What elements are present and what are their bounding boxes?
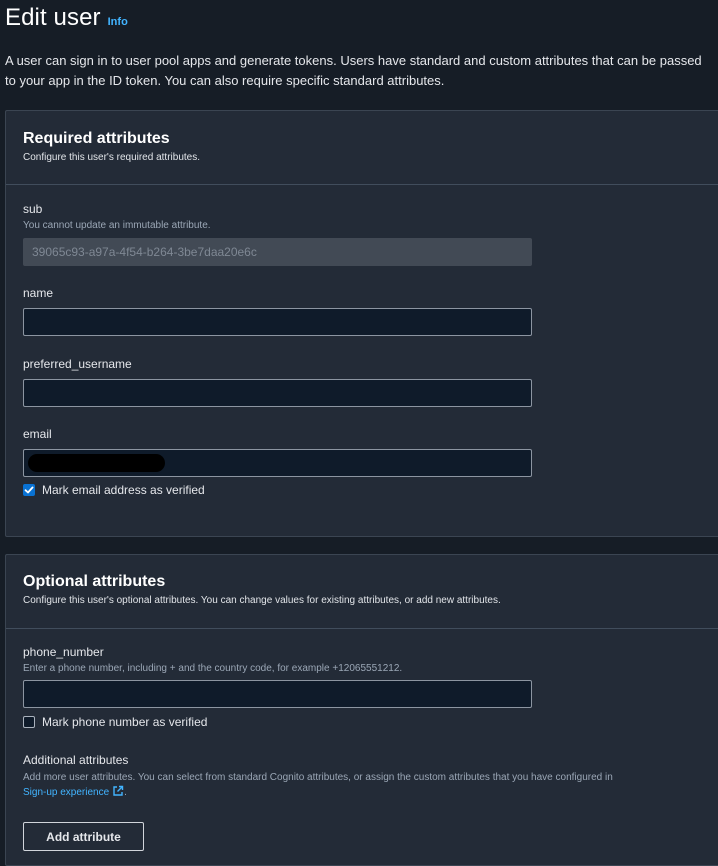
phone-verified-checkbox[interactable] (23, 716, 35, 728)
page-header: Edit user Info (5, 4, 128, 32)
email-input[interactable] (23, 449, 532, 477)
name-input[interactable] (23, 308, 532, 336)
phone-number-input[interactable] (23, 680, 532, 708)
page-description: A user can sign in to user pool apps and… (5, 53, 702, 88)
phone-number-label: phone_number (23, 645, 104, 659)
page-title: Edit user (5, 4, 101, 31)
external-link-icon[interactable] (112, 785, 124, 802)
preferred-username-field: preferred_username (23, 357, 532, 407)
redacted-email-value (28, 454, 165, 472)
phone-verified-label: Mark phone number as verified (42, 715, 208, 729)
panel-title: Optional attributes (23, 573, 166, 590)
sub-input: 39065c93-a97a-4f54-b264-3be7daa20e6c (23, 238, 532, 266)
help-suffix: . (124, 787, 127, 798)
info-link[interactable]: Info (108, 16, 128, 28)
optional-attributes-panel: Optional attributes Configure this user'… (5, 554, 718, 866)
sub-label: sub (23, 202, 43, 216)
required-attributes-panel: Required attributes Configure this user'… (5, 110, 718, 537)
email-label: email (23, 427, 52, 441)
name-label: name (23, 286, 54, 300)
preferred-username-input[interactable] (23, 379, 532, 407)
panel-title: Required attributes (23, 130, 170, 147)
phone-number-help: Enter a phone number, including + and th… (23, 663, 403, 674)
panel-header: Required attributes Configure this user'… (6, 111, 718, 185)
email-field: email Mark email address as verified (23, 427, 532, 497)
panel-subtitle: Configure this user's optional attribute… (23, 595, 501, 606)
checkmark-icon (24, 486, 34, 494)
name-field: name (23, 286, 532, 336)
preferred-username-label: preferred_username (23, 357, 132, 371)
additional-attributes-help: Add more user attributes. You can select… (23, 770, 703, 802)
sub-field: sub You cannot update an immutable attri… (23, 202, 532, 266)
additional-attributes-label: Additional attributes (23, 753, 129, 767)
panel-header: Optional attributes Configure this user'… (6, 555, 718, 629)
phone-number-field: phone_number Enter a phone number, inclu… (23, 645, 532, 729)
email-verified-checkbox[interactable] (23, 484, 35, 496)
email-verified-row[interactable]: Mark email address as verified (23, 483, 532, 497)
sub-help: You cannot update an immutable attribute… (23, 220, 211, 231)
email-verified-label: Mark email address as verified (42, 483, 205, 497)
add-attribute-button[interactable]: Add attribute (23, 822, 144, 851)
sign-up-experience-link[interactable]: Sign-up experience (23, 787, 109, 798)
additional-attributes-section: Additional attributes Add more user attr… (23, 753, 703, 802)
phone-verified-row[interactable]: Mark phone number as verified (23, 715, 532, 729)
panel-subtitle: Configure this user's required attribute… (23, 152, 200, 163)
additional-help-text: Add more user attributes. You can select… (23, 772, 613, 783)
